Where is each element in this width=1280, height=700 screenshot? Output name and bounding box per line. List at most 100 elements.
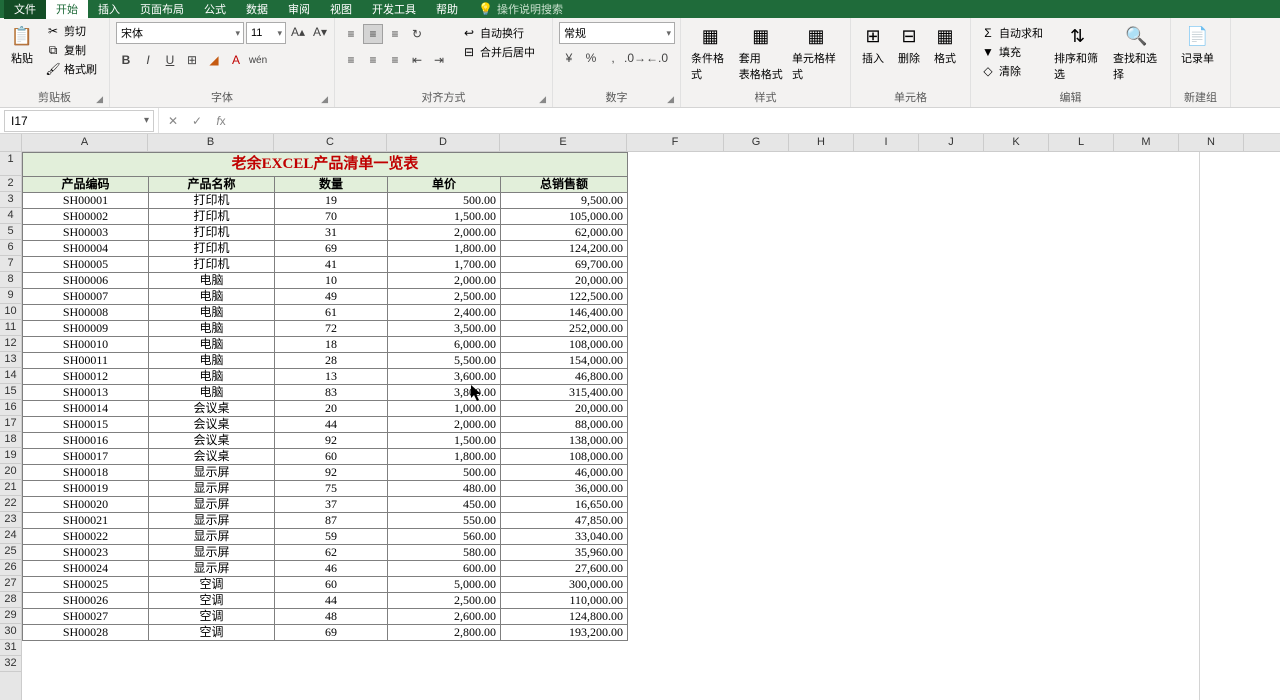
cell[interactable]: SH00004 <box>23 241 149 257</box>
cell[interactable]: 电脑 <box>149 353 275 369</box>
row-header[interactable]: 11 <box>0 320 21 336</box>
cell[interactable]: 72 <box>275 321 388 337</box>
cell[interactable]: 会议桌 <box>149 449 275 465</box>
column-header[interactable]: G <box>724 134 789 151</box>
cell[interactable]: 27,600.00 <box>501 561 628 577</box>
row-header[interactable]: 18 <box>0 432 21 448</box>
align-launcher-icon[interactable]: ◢ <box>539 94 546 105</box>
cell[interactable]: 47,850.00 <box>501 513 628 529</box>
cell[interactable]: 580.00 <box>388 545 501 561</box>
cell[interactable]: 62 <box>275 545 388 561</box>
cell[interactable]: 35,960.00 <box>501 545 628 561</box>
column-header[interactable]: I <box>854 134 919 151</box>
cell[interactable]: 空调 <box>149 593 275 609</box>
cells-area[interactable]: 老余EXCEL产品清单一览表产品编码产品名称数量单价总销售额SH00001打印机… <box>22 152 1280 700</box>
cancel-formula-icon[interactable]: ✕ <box>163 114 183 128</box>
table-header-cell[interactable]: 产品编码 <box>23 177 149 193</box>
row-header[interactable]: 22 <box>0 496 21 512</box>
cell[interactable]: 会议桌 <box>149 433 275 449</box>
cell[interactable]: 打印机 <box>149 193 275 209</box>
cell[interactable]: 1,700.00 <box>388 257 501 273</box>
cell[interactable]: 560.00 <box>388 529 501 545</box>
cell[interactable]: 31 <box>275 225 388 241</box>
row-header[interactable]: 26 <box>0 560 21 576</box>
cell[interactable]: 83 <box>275 385 388 401</box>
align-center-icon[interactable]: ≡ <box>363 50 383 70</box>
row-header[interactable]: 30 <box>0 624 21 640</box>
align-right-icon[interactable]: ≡ <box>385 50 405 70</box>
row-header[interactable]: 9 <box>0 288 21 304</box>
cell[interactable]: 46,800.00 <box>501 369 628 385</box>
row-header[interactable]: 23 <box>0 512 21 528</box>
insert-cells-button[interactable]: ⊞插入 <box>855 22 891 68</box>
cell[interactable]: 显示屏 <box>149 497 275 513</box>
cell[interactable]: 10 <box>275 273 388 289</box>
cell[interactable]: SH00001 <box>23 193 149 209</box>
cell[interactable]: 46 <box>275 561 388 577</box>
row-header[interactable]: 28 <box>0 592 21 608</box>
cell[interactable]: 480.00 <box>388 481 501 497</box>
cell[interactable]: 44 <box>275 417 388 433</box>
align-middle-icon[interactable]: ≡ <box>363 24 383 44</box>
row-header[interactable]: 7 <box>0 256 21 272</box>
cell[interactable]: 16,650.00 <box>501 497 628 513</box>
cell[interactable]: 92 <box>275 465 388 481</box>
table-header-cell[interactable]: 产品名称 <box>149 177 275 193</box>
tab-review[interactable]: 审阅 <box>278 0 320 19</box>
row-header[interactable]: 10 <box>0 304 21 320</box>
cell[interactable]: 124,800.00 <box>501 609 628 625</box>
cell[interactable]: 显示屏 <box>149 465 275 481</box>
cell[interactable]: 500.00 <box>388 465 501 481</box>
conditional-format-button[interactable]: ▦条件格式 <box>685 22 735 84</box>
cell[interactable]: SH00028 <box>23 625 149 641</box>
fx-icon[interactable]: fx <box>211 114 231 128</box>
column-header[interactable]: A <box>22 134 148 151</box>
cell[interactable]: 1,500.00 <box>388 209 501 225</box>
tab-help[interactable]: 帮助 <box>426 0 468 19</box>
cell[interactable]: SH00020 <box>23 497 149 513</box>
cell[interactable]: 48 <box>275 609 388 625</box>
cell[interactable]: 3,500.00 <box>388 321 501 337</box>
row-header[interactable]: 27 <box>0 576 21 592</box>
cell[interactable]: 28 <box>275 353 388 369</box>
name-box[interactable]: I17 <box>4 110 154 132</box>
cell[interactable]: 2,000.00 <box>388 273 501 289</box>
cell[interactable]: 550.00 <box>388 513 501 529</box>
cell[interactable]: 193,200.00 <box>501 625 628 641</box>
underline-button[interactable]: U <box>160 50 180 70</box>
cell[interactable]: 37 <box>275 497 388 513</box>
row-header[interactable]: 29 <box>0 608 21 624</box>
cell[interactable]: SH00024 <box>23 561 149 577</box>
cell[interactable]: 122,500.00 <box>501 289 628 305</box>
tab-layout[interactable]: 页面布局 <box>130 0 194 19</box>
column-header[interactable]: J <box>919 134 984 151</box>
cell[interactable]: 2,500.00 <box>388 593 501 609</box>
border-button[interactable]: ⊞ <box>182 50 202 70</box>
cell[interactable]: SH00002 <box>23 209 149 225</box>
cell[interactable]: 电脑 <box>149 321 275 337</box>
cell[interactable]: 3,800.00 <box>388 385 501 401</box>
cell[interactable]: 打印机 <box>149 209 275 225</box>
cell[interactable]: 电脑 <box>149 369 275 385</box>
row-header[interactable]: 31 <box>0 640 21 656</box>
cell[interactable]: SH00013 <box>23 385 149 401</box>
row-header[interactable]: 5 <box>0 224 21 240</box>
increase-font-icon[interactable]: A▴ <box>288 22 308 42</box>
font-color-button[interactable]: A <box>226 50 246 70</box>
cell[interactable]: 61 <box>275 305 388 321</box>
copy-button[interactable]: ⧉复制 <box>42 41 100 59</box>
cell[interactable]: SH00015 <box>23 417 149 433</box>
find-select-button[interactable]: 🔍查找和选择 <box>1107 22 1166 84</box>
delete-cells-button[interactable]: ⊟删除 <box>891 22 927 68</box>
cell[interactable]: 2,400.00 <box>388 305 501 321</box>
percent-icon[interactable]: % <box>581 48 601 68</box>
cell[interactable]: 315,400.00 <box>501 385 628 401</box>
row-header[interactable]: 19 <box>0 448 21 464</box>
cell[interactable]: 2,500.00 <box>388 289 501 305</box>
cell[interactable]: 显示屏 <box>149 529 275 545</box>
cell[interactable]: 1,500.00 <box>388 433 501 449</box>
column-header[interactable]: D <box>387 134 500 151</box>
cell[interactable]: SH00011 <box>23 353 149 369</box>
cell[interactable]: 600.00 <box>388 561 501 577</box>
cell[interactable]: 2,600.00 <box>388 609 501 625</box>
